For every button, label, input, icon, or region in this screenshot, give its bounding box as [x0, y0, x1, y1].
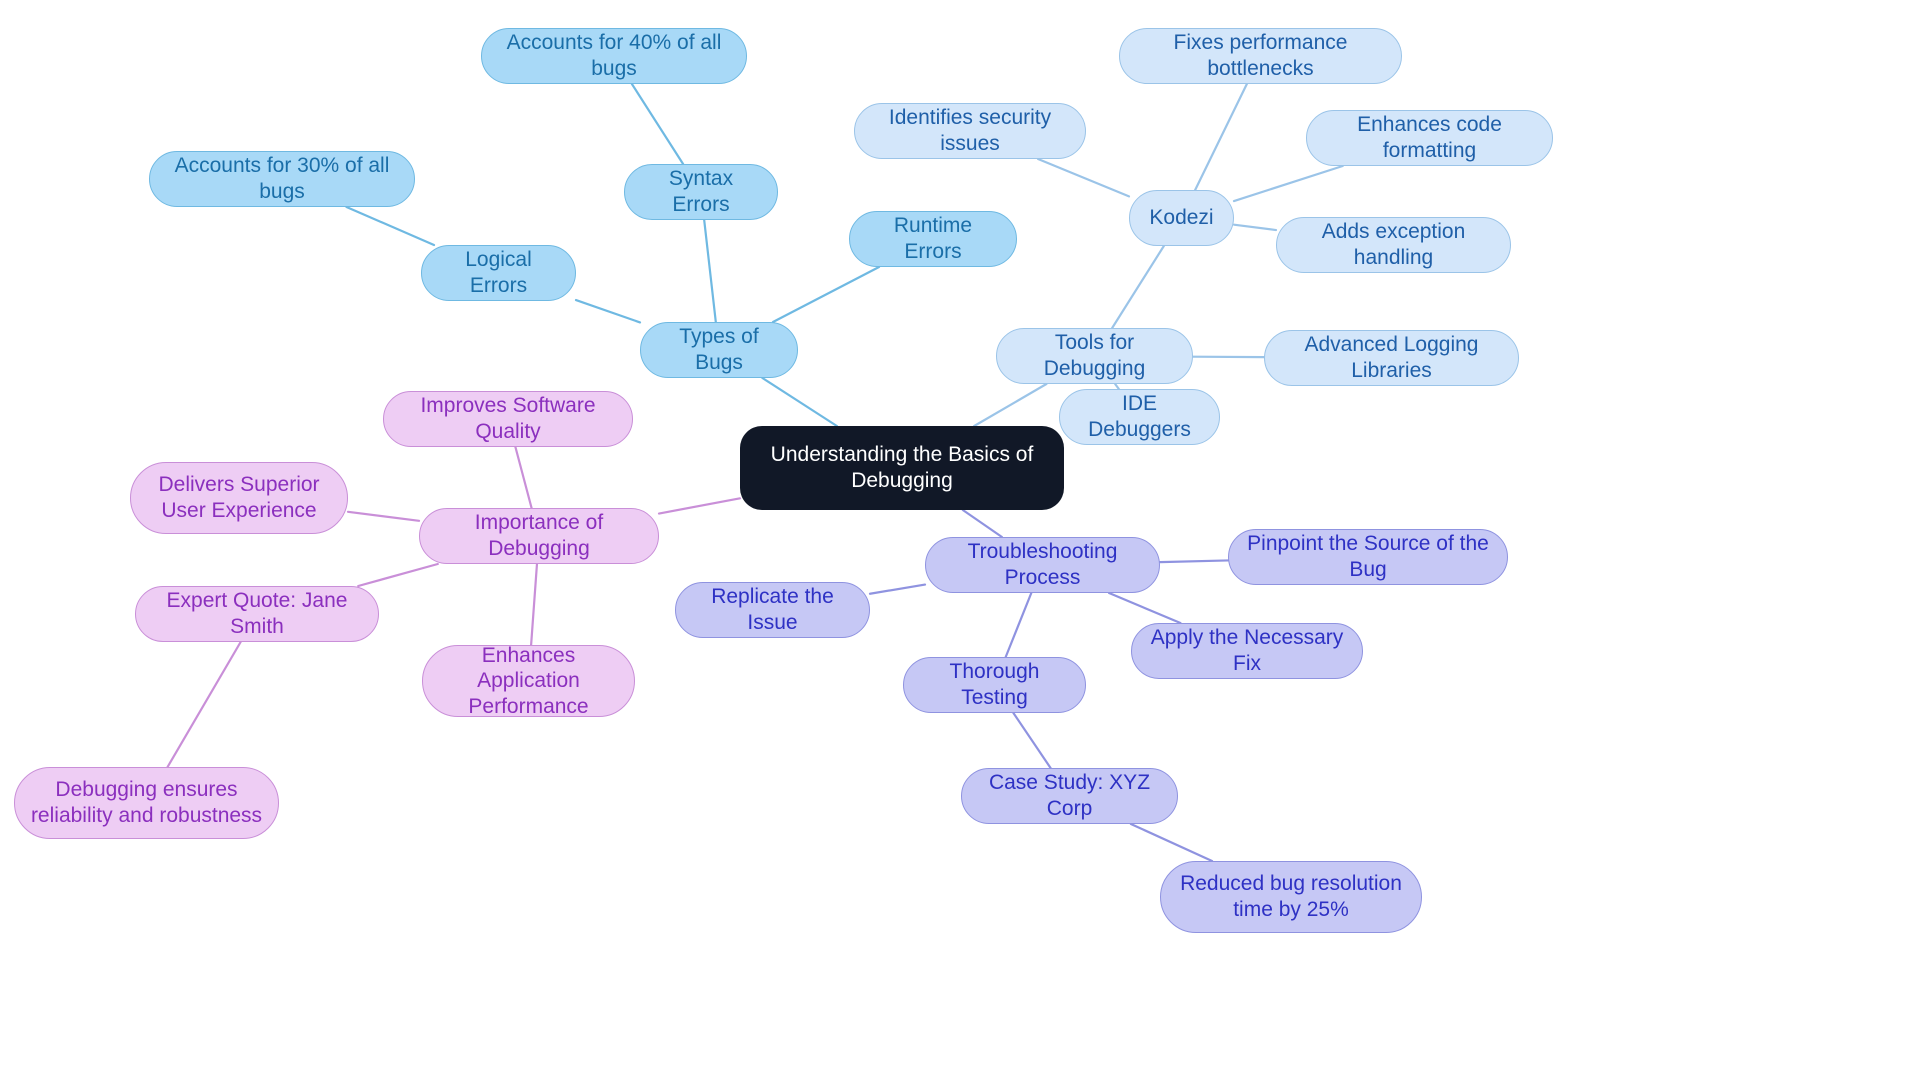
mindmap-node-label: Importance of Debugging — [474, 511, 604, 560]
mindmap-node-label: Troubleshooting Process — [967, 540, 1118, 589]
mindmap-node-label: Kodezi — [1149, 206, 1214, 230]
mindmap-node-tools-for-debugging[interactable]: Tools for Debugging — [996, 328, 1193, 384]
mindmap-node-enhances-formatting[interactable]: Enhances code formatting — [1306, 110, 1553, 166]
mindmap-node-label: Apply the Necessary Fix — [1150, 626, 1344, 675]
mindmap-edge — [771, 265, 881, 324]
mindmap-node-label: Replicate the Issue — [711, 585, 834, 634]
mindmap-node-label: Case Study: XYZ Corp — [988, 771, 1151, 820]
mindmap-node-label: Understanding the Basics of Debugging — [770, 443, 1034, 492]
mindmap-node-troubleshooting-process[interactable]: Troubleshooting Process — [925, 537, 1160, 593]
mindmap-edge — [703, 218, 717, 324]
mindmap-edge — [574, 298, 642, 324]
mindmap-node-ide-debuggers[interactable]: IDE Debuggers — [1059, 389, 1220, 445]
mindmap-edge — [973, 382, 1048, 428]
mindmap-node-identifies-security[interactable]: Identifies security issues — [854, 103, 1086, 159]
mindmap-node-delivers-ux[interactable]: Delivers Superior User Experience — [130, 462, 348, 534]
mindmap-edge — [357, 562, 439, 588]
mindmap-node-label: Debugging ensures reliability and robust… — [30, 778, 263, 827]
mindmap-node-improves-quality[interactable]: Improves Software Quality — [383, 391, 633, 447]
mindmap-edge — [1129, 822, 1214, 863]
mindmap-node-label: Reduced bug resolution time by 25% — [1180, 872, 1402, 921]
mindmap-edge — [514, 445, 533, 510]
mindmap-node-syntax-errors[interactable]: Syntax Errors — [624, 164, 778, 220]
mindmap-node-reduced-time[interactable]: Reduced bug resolution time by 25% — [1160, 861, 1422, 933]
mindmap-node-root[interactable]: Understanding the Basics of Debugging — [740, 426, 1064, 510]
mindmap-node-label: Syntax Errors — [668, 167, 734, 216]
mindmap-node-label: Expert Quote: Jane Smith — [166, 589, 348, 638]
mindmap-node-pinpoint-source[interactable]: Pinpoint the Source of the Bug — [1228, 529, 1508, 585]
mindmap-node-label: Logical Errors — [465, 248, 532, 297]
mindmap-node-label: Thorough Testing — [949, 660, 1040, 709]
mindmap-node-label: IDE Debuggers — [1088, 392, 1191, 441]
mindmap-node-label: Pinpoint the Source of the Bug — [1247, 532, 1489, 581]
mindmap-node-label: Fixes performance bottlenecks — [1173, 31, 1348, 80]
mindmap-edge — [166, 640, 242, 769]
mindmap-node-importance-of-debugging[interactable]: Importance of Debugging — [419, 508, 659, 564]
mindmap-edge — [1194, 82, 1248, 192]
mindmap-node-runtime-errors[interactable]: Runtime Errors — [849, 211, 1017, 267]
mindmap-node-kodezi[interactable]: Kodezi — [1129, 190, 1234, 246]
mindmap-node-label: Runtime Errors — [893, 214, 973, 263]
mindmap-edge — [1232, 164, 1344, 203]
mindmap-node-label: Accounts for 30% of all bugs — [174, 154, 390, 203]
mindmap-edge — [346, 510, 421, 522]
mindmap-node-types-of-bugs[interactable]: Types of Bugs — [640, 322, 798, 378]
mindmap-node-accounts-30[interactable]: Accounts for 30% of all bugs — [149, 151, 415, 207]
mindmap-node-enhances-app-perf[interactable]: Enhances Application Performance — [422, 643, 635, 718]
mindmap-node-label: Delivers Superior User Experience — [158, 473, 320, 522]
mindmap-node-accounts-40[interactable]: Accounts for 40% of all bugs — [481, 28, 747, 84]
mindmap-node-thorough-testing[interactable]: Thorough Testing — [903, 657, 1086, 713]
mindmap-node-label: Identifies security issues — [888, 106, 1052, 155]
mindmap-edge — [868, 583, 927, 595]
mindmap-edge — [961, 508, 1004, 539]
mindmap-edge — [630, 82, 685, 166]
mindmap-node-label: Advanced Logging Libraries — [1304, 333, 1479, 382]
mindmap-node-label: Improves Software Quality — [420, 394, 596, 443]
mindmap-edge — [1158, 559, 1230, 564]
mindmap-node-apply-fix[interactable]: Apply the Necessary Fix — [1131, 623, 1363, 679]
mindmap-node-fixes-bottlenecks[interactable]: Fixes performance bottlenecks — [1119, 28, 1402, 84]
mindmap-edge — [1111, 244, 1165, 330]
mindmap-node-reliability-robustness[interactable]: Debugging ensures reliability and robust… — [14, 767, 279, 839]
mindmap-node-case-study[interactable]: Case Study: XYZ Corp — [961, 768, 1178, 824]
mindmap-node-label: Enhances Application Performance — [468, 643, 589, 718]
mindmap-node-label: Types of Bugs — [679, 325, 759, 374]
mindmap-node-label: Accounts for 40% of all bugs — [506, 31, 722, 80]
mindmap-node-advanced-logging[interactable]: Advanced Logging Libraries — [1264, 330, 1519, 386]
mindmap-node-replicate-issue[interactable]: Replicate the Issue — [675, 582, 870, 638]
mindmap-edge — [1232, 223, 1278, 232]
mindmap-edge — [1036, 157, 1131, 198]
mindmap-node-label: Enhances code formatting — [1357, 113, 1502, 162]
mindmap-edge — [1012, 711, 1052, 770]
mindmap-edge — [530, 562, 539, 647]
mindmap-edge — [657, 497, 742, 515]
mindmap-node-label: Tools for Debugging — [1043, 331, 1146, 380]
mindmap-canvas: Understanding the Basics of Debugging Typ… — [0, 0, 1920, 1083]
mindmap-node-logical-errors[interactable]: Logical Errors — [421, 245, 576, 301]
mindmap-node-adds-exception-handling[interactable]: Adds exception handling — [1276, 217, 1511, 273]
mindmap-node-label: Adds exception handling — [1321, 220, 1466, 269]
mindmap-edge — [1004, 591, 1033, 659]
mindmap-edge — [345, 205, 436, 247]
mindmap-edge — [761, 376, 838, 428]
mindmap-edge — [1107, 591, 1182, 625]
mindmap-node-expert-quote[interactable]: Expert Quote: Jane Smith — [135, 586, 379, 642]
